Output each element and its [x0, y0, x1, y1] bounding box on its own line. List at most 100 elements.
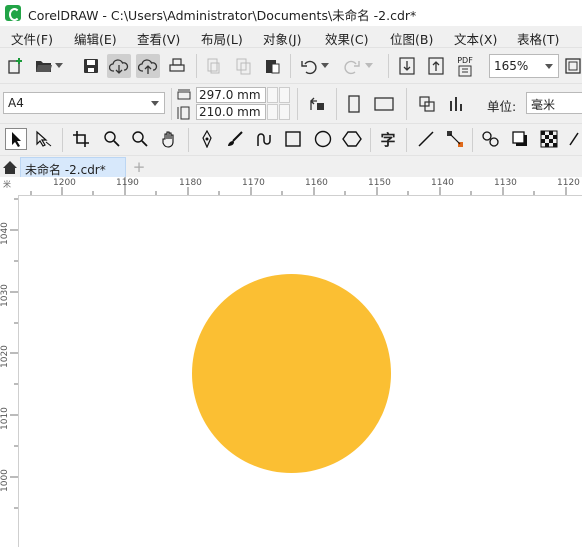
all-pages-icon[interactable] [416, 93, 438, 115]
transparency-tool-icon[interactable] [538, 128, 560, 150]
portrait-icon[interactable] [343, 93, 365, 115]
zoom-tool-icon[interactable] [101, 128, 123, 150]
page-height-spinner-down[interactable] [279, 104, 290, 120]
vruler-label-1020: 1020 [0, 345, 10, 368]
cloud-upload-icon[interactable] [136, 54, 160, 78]
menu-effects[interactable]: 效果(C) [325, 29, 368, 48]
page-width-spinner[interactable] [267, 87, 278, 103]
undo-icon[interactable] [298, 55, 320, 77]
copy-icon[interactable] [232, 55, 254, 77]
hruler-label-1160: 1160 [305, 178, 328, 188]
parallel-dimension-icon[interactable] [415, 128, 437, 150]
full-screen-icon[interactable] [562, 55, 582, 77]
new-document-icon[interactable] [5, 55, 27, 77]
bezier-curve-icon[interactable] [253, 128, 275, 150]
hruler-label-1140: 1140 [431, 178, 454, 188]
vertical-ruler-ticks [10, 198, 18, 509]
paste-icon[interactable] [261, 55, 283, 77]
hruler-label-1170: 1170 [242, 178, 265, 188]
landscape-icon[interactable] [373, 93, 395, 115]
publish-pdf-icon[interactable]: PDF [454, 53, 476, 79]
pan-hand-icon[interactable] [159, 128, 181, 150]
cut-icon[interactable] [202, 55, 224, 77]
drop-shadow-icon[interactable] [509, 128, 531, 150]
hruler-label-1200: 1200 [53, 178, 76, 188]
tab-document-label: 未命名 -2.cdr* [25, 163, 106, 177]
menu-object[interactable]: 对象(J) [263, 29, 301, 48]
page-size-select[interactable]: A4 [3, 92, 165, 114]
hruler-label-1190: 1190 [116, 178, 139, 188]
cloud-download-icon[interactable] [107, 54, 131, 78]
shape-tool-icon[interactable] [33, 128, 55, 150]
units-label: 单位: [487, 99, 517, 114]
property-bar: A4 297.0 mm 210.0 mm 单位: 毫米 [0, 83, 582, 124]
undo-dropdown-chevron-icon[interactable] [319, 55, 331, 77]
vruler-label-1000: 1000 [0, 469, 10, 492]
hruler-label-1120: 1120 [557, 178, 580, 188]
units-select[interactable]: 毫米 [526, 92, 582, 114]
export-icon[interactable] [425, 55, 447, 77]
toolbox: 字 [0, 123, 582, 156]
hruler-label-1150: 1150 [368, 178, 391, 188]
window-title: CorelDRAW - C:\Users\Administrator\Docum… [28, 8, 417, 23]
vertical-ruler[interactable]: 1040 1030 1020 1010 1000 [0, 195, 19, 547]
document-tab-bar: 未命名 -2.cdr* + [0, 155, 582, 178]
zoom-dropdown-chevron-icon [545, 64, 553, 69]
menu-bitmaps[interactable]: 位图(B) [390, 29, 433, 48]
page-width-input[interactable]: 297.0 mm [196, 87, 266, 103]
vruler-label-1040: 1040 [0, 222, 10, 245]
menu-layout[interactable]: 布局(L) [201, 29, 243, 48]
page-width-spinner-down[interactable] [279, 87, 290, 103]
zoom-level-value: 165% [494, 59, 529, 73]
polygon-tool-icon[interactable] [341, 128, 363, 150]
pick-tool-icon[interactable] [5, 128, 27, 150]
zoom-level-select[interactable]: 165% [489, 54, 559, 78]
page-height-spinner[interactable] [267, 104, 278, 120]
open-dropdown-chevron-icon[interactable] [53, 55, 65, 77]
menu-bar: 文件(F) 编辑(E) 查看(V) 布局(L) 对象(J) 效果(C) 位图(B… [0, 26, 582, 47]
connector-tool-icon[interactable] [444, 128, 466, 150]
standard-toolbar: PDF 165% [0, 47, 582, 84]
page-height-icon [175, 104, 193, 122]
menu-text[interactable]: 文本(X) [454, 29, 497, 48]
page-size-value: A4 [8, 96, 24, 110]
tab-document[interactable]: 未命名 -2.cdr* [20, 157, 126, 178]
blend-tool-icon[interactable] [480, 128, 502, 150]
page-height-input[interactable]: 210.0 mm [196, 104, 266, 120]
more-tools-icon[interactable] [565, 128, 582, 150]
page-width-icon [175, 86, 193, 104]
new-tab-button[interactable]: + [130, 157, 148, 177]
menu-view[interactable]: 查看(V) [137, 29, 180, 48]
horizontal-ruler[interactable]: 1200 1190 1180 1170 1160 1150 1140 1130 … [18, 177, 582, 196]
menu-table[interactable]: 表格(T) [517, 29, 559, 48]
current-page-icon[interactable] [446, 93, 468, 115]
freehand-tool-icon[interactable] [196, 128, 218, 150]
paper-orientation-toggle-icon[interactable] [306, 93, 328, 115]
welcome-home-icon[interactable] [0, 156, 20, 178]
artistic-media-brush-icon[interactable] [224, 128, 246, 150]
save-icon[interactable] [80, 55, 102, 77]
ellipse-tool-icon[interactable] [312, 128, 334, 150]
open-folder-icon[interactable] [33, 55, 55, 77]
print-icon[interactable] [166, 55, 188, 77]
crop-tool-icon[interactable] [70, 128, 92, 150]
zoom-out-tool-icon[interactable] [129, 128, 151, 150]
hruler-label-1130: 1130 [494, 178, 517, 188]
ruler-corner[interactable]: 米 [0, 177, 19, 196]
title-bar: CorelDRAW - C:\Users\Administrator\Docum… [0, 0, 582, 26]
rectangle-tool-icon[interactable] [282, 128, 304, 150]
redo-dropdown-chevron-icon[interactable] [363, 55, 375, 77]
import-icon[interactable] [396, 55, 418, 77]
vruler-label-1010: 1010 [0, 407, 10, 430]
ellipse-shape[interactable] [192, 274, 391, 473]
units-value: 毫米 [531, 98, 556, 112]
menu-edit[interactable]: 编辑(E) [74, 29, 117, 48]
page-size-dropdown-chevron-icon [151, 101, 159, 106]
hruler-label-1180: 1180 [179, 178, 202, 188]
coreldraw-logo-icon [5, 5, 21, 21]
redo-icon[interactable] [341, 55, 363, 77]
vruler-label-1030: 1030 [0, 284, 10, 307]
menu-file[interactable]: 文件(F) [11, 29, 53, 48]
text-tool-icon[interactable]: 字 [377, 128, 399, 150]
ruler-unit-label: 米 [3, 180, 11, 189]
